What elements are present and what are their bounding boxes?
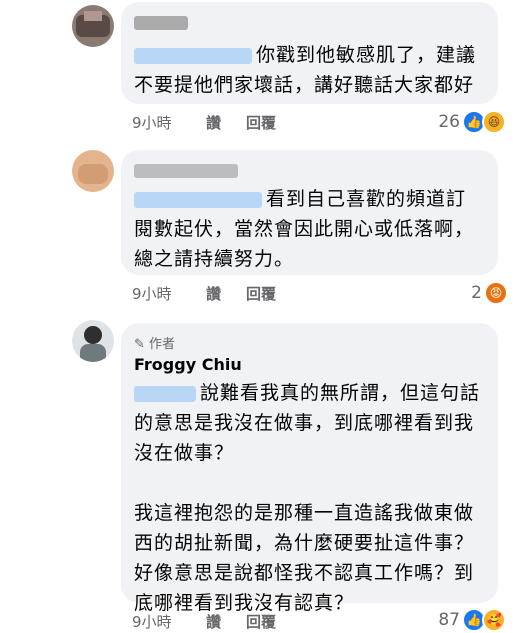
comment-meta: 9小時 讚 回覆 (132, 611, 332, 631)
reaction-count[interactable]: 2 (442, 283, 482, 303)
blurred-mention[interactable] (134, 47, 252, 64)
reply-button[interactable]: 回覆 (246, 611, 276, 632)
haha-icon: 😆 (482, 110, 506, 134)
blurred-author-name[interactable] (134, 160, 238, 179)
avatar[interactable] (72, 5, 114, 47)
reply-button[interactable]: 回覆 (246, 112, 276, 133)
author-avatar[interactable] (72, 320, 114, 362)
comment-text: 說難看我真的無所謂，但這句話 的意思是我沒在做事，到底哪裡看到我 沒在做事？ 我… (134, 382, 481, 614)
blurred-mention[interactable] (134, 385, 196, 402)
timestamp[interactable]: 9小時 (132, 112, 172, 133)
timestamp[interactable]: 9小時 (132, 611, 172, 632)
like-button[interactable]: 讚 (206, 611, 221, 632)
comment-text: 看到自己喜歡的頻道訂 閱數起伏，當然會因此開心或低落啊， 總之請持續努力。 (134, 188, 475, 270)
like-button[interactable]: 讚 (206, 112, 221, 133)
author-name[interactable]: Froggy Chiu (134, 355, 242, 374)
author-badge: ✎ 作者 (134, 337, 176, 352)
avatar[interactable] (72, 150, 114, 192)
blurred-mention[interactable] (134, 191, 262, 208)
angry-icon: 😡 (484, 281, 508, 305)
comment-meta: 9小時 讚 回覆 (132, 112, 332, 132)
care-icon: 🥰 (482, 608, 506, 632)
blurred-author-name[interactable] (134, 12, 188, 31)
reaction-count[interactable]: 87 (420, 610, 460, 630)
comment-text: 你戳到他敏感肌了，建議 不要提他們家壞話，講好聽話大家都好 (134, 44, 477, 96)
comment-meta: 9小時 讚 回覆 (132, 283, 332, 303)
reply-button[interactable]: 回覆 (246, 283, 276, 304)
pen-icon: ✎ (134, 337, 145, 352)
timestamp[interactable]: 9小時 (132, 283, 172, 304)
like-button[interactable]: 讚 (206, 283, 221, 304)
reaction-count[interactable]: 26 (420, 112, 460, 132)
